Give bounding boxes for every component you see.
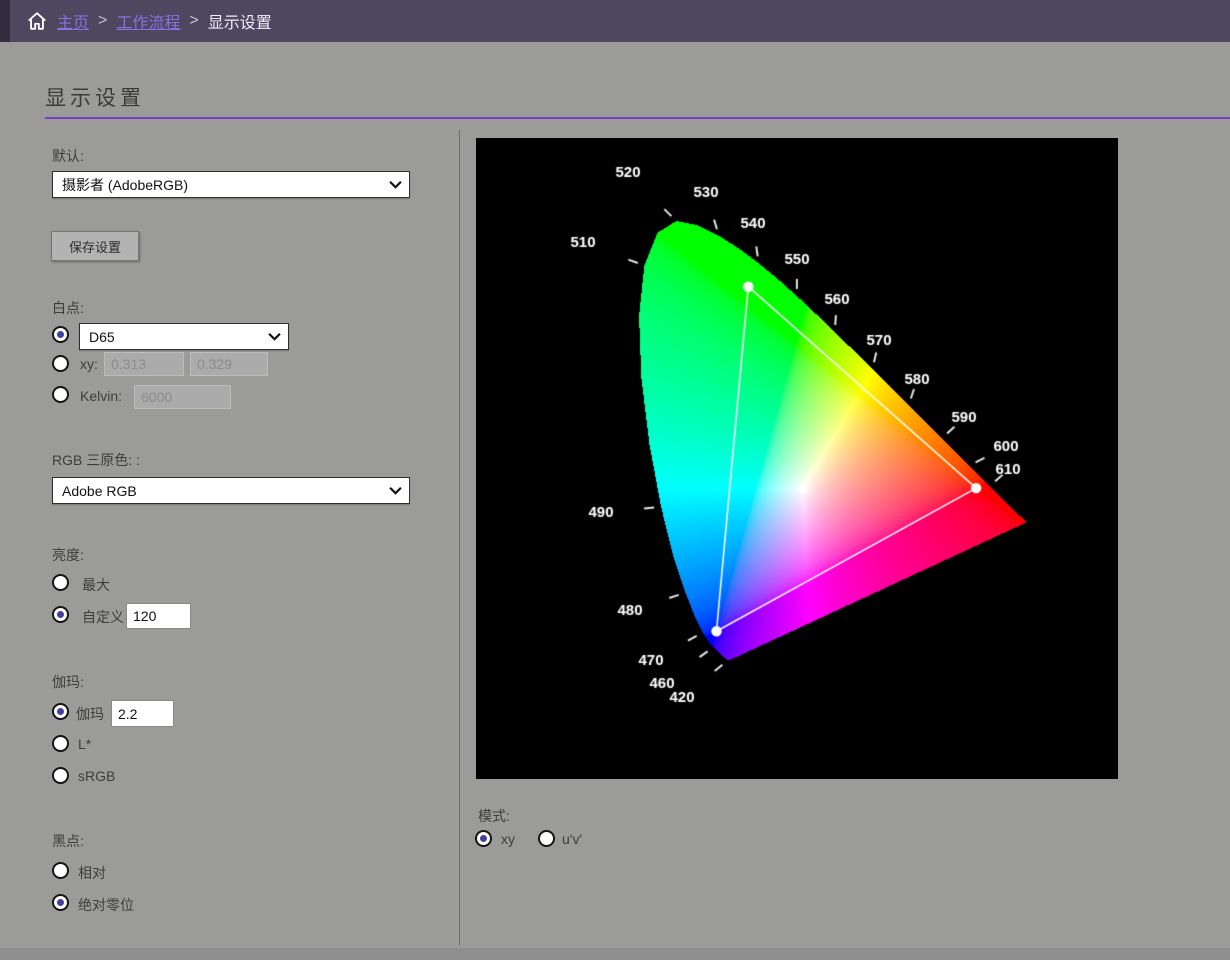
- window-edge: [0, 0, 10, 42]
- white-point-kelvin-field[interactable]: [134, 385, 231, 409]
- gamma-value-radio[interactable]: [52, 703, 69, 720]
- breadcrumb-home-link[interactable]: 主页: [57, 9, 89, 33]
- white-point-preset-select[interactable]: D65: [79, 323, 289, 350]
- gamma-label: 伽玛:: [52, 672, 84, 692]
- breadcrumb: 主页 > 工作流程 > 显示设置: [26, 0, 272, 42]
- preset-select[interactable]: 摄影者 (AdobeRGB): [52, 171, 410, 198]
- bottom-edge: [0, 948, 1230, 960]
- save-settings-button[interactable]: 保存设置: [51, 231, 139, 261]
- white-point-xy-radio[interactable]: [52, 355, 69, 372]
- mode-uv-radio[interactable]: [538, 830, 555, 847]
- cie-diagram-canvas: [476, 138, 1118, 779]
- white-point-kelvin-radio[interactable]: [52, 386, 69, 403]
- white-point-preset-value: D65: [89, 329, 115, 345]
- brightness-max-radio[interactable]: [52, 574, 69, 591]
- gamma-value-label[interactable]: 伽玛: [76, 704, 104, 724]
- mode-xy-label[interactable]: xy: [501, 831, 515, 847]
- chevron-down-icon: [268, 332, 281, 341]
- black-point-relative-radio[interactable]: [52, 862, 69, 879]
- mode-label: 模式:: [478, 806, 510, 826]
- chevron-down-icon: [389, 486, 402, 495]
- preset-select-value: 摄影者 (AdobeRGB): [62, 175, 188, 195]
- black-point-label: 黑点:: [52, 831, 84, 851]
- white-point-label: 白点:: [52, 298, 84, 318]
- white-point-y-field[interactable]: [190, 352, 268, 376]
- page-title: 显示设置: [45, 82, 145, 112]
- white-point-xy-label[interactable]: xy:: [80, 356, 98, 372]
- chromaticity-diagram: [476, 138, 1118, 779]
- gamma-srgb-label[interactable]: sRGB: [78, 768, 115, 784]
- gamma-srgb-radio[interactable]: [52, 767, 69, 784]
- mode-xy-radio[interactable]: [475, 830, 492, 847]
- white-point-preset-radio[interactable]: [52, 326, 69, 343]
- gamma-lstar-radio[interactable]: [52, 735, 69, 752]
- rgb-primaries-select-value: Adobe RGB: [62, 483, 137, 499]
- gamma-lstar-label[interactable]: L*: [78, 736, 91, 752]
- brightness-max-label[interactable]: 最大: [82, 575, 110, 595]
- brightness-custom-radio[interactable]: [52, 606, 69, 623]
- mode-uv-label[interactable]: u'v': [562, 831, 582, 847]
- home-icon[interactable]: [26, 10, 48, 32]
- white-point-x-field[interactable]: [104, 352, 184, 376]
- rgb-primaries-select[interactable]: Adobe RGB: [52, 477, 410, 504]
- black-point-absolute-radio[interactable]: [52, 894, 69, 911]
- breadcrumb-current-page: 显示设置: [208, 9, 272, 33]
- panel-divider: [459, 130, 460, 945]
- black-point-absolute-label[interactable]: 绝对零位: [78, 895, 134, 915]
- brightness-custom-field[interactable]: [126, 603, 191, 629]
- breadcrumb-separator: >: [98, 12, 107, 30]
- black-point-relative-label[interactable]: 相对: [78, 863, 106, 883]
- white-point-kelvin-label[interactable]: Kelvin:: [80, 388, 122, 404]
- breadcrumb-workflow-link[interactable]: 工作流程: [116, 9, 180, 33]
- brightness-custom-label[interactable]: 自定义: [82, 607, 124, 627]
- gamma-value-field[interactable]: [111, 700, 174, 727]
- preset-label: 默认:: [52, 146, 84, 166]
- title-underline: [45, 117, 1230, 119]
- rgb-primaries-label: RGB 三原色: :: [52, 450, 140, 470]
- breadcrumb-bar: 主页 > 工作流程 > 显示设置: [0, 0, 1230, 42]
- chevron-down-icon: [389, 180, 402, 189]
- breadcrumb-separator: >: [189, 12, 198, 30]
- brightness-label: 亮度:: [52, 545, 84, 565]
